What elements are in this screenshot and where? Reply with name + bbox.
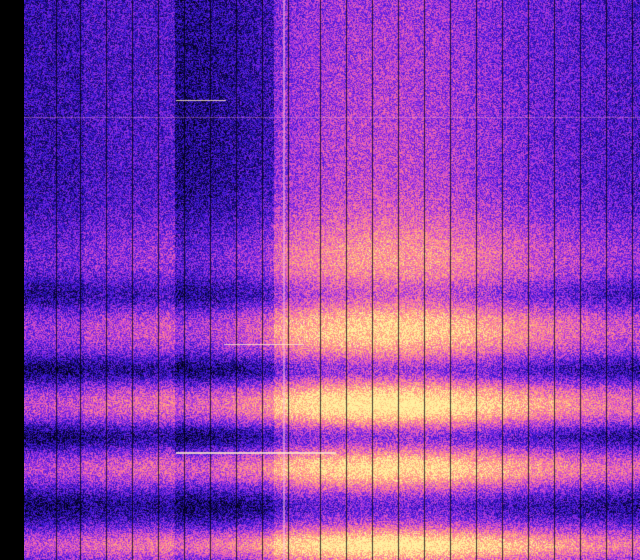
left-border-strip [0,0,24,560]
spectrogram-image [24,0,640,560]
